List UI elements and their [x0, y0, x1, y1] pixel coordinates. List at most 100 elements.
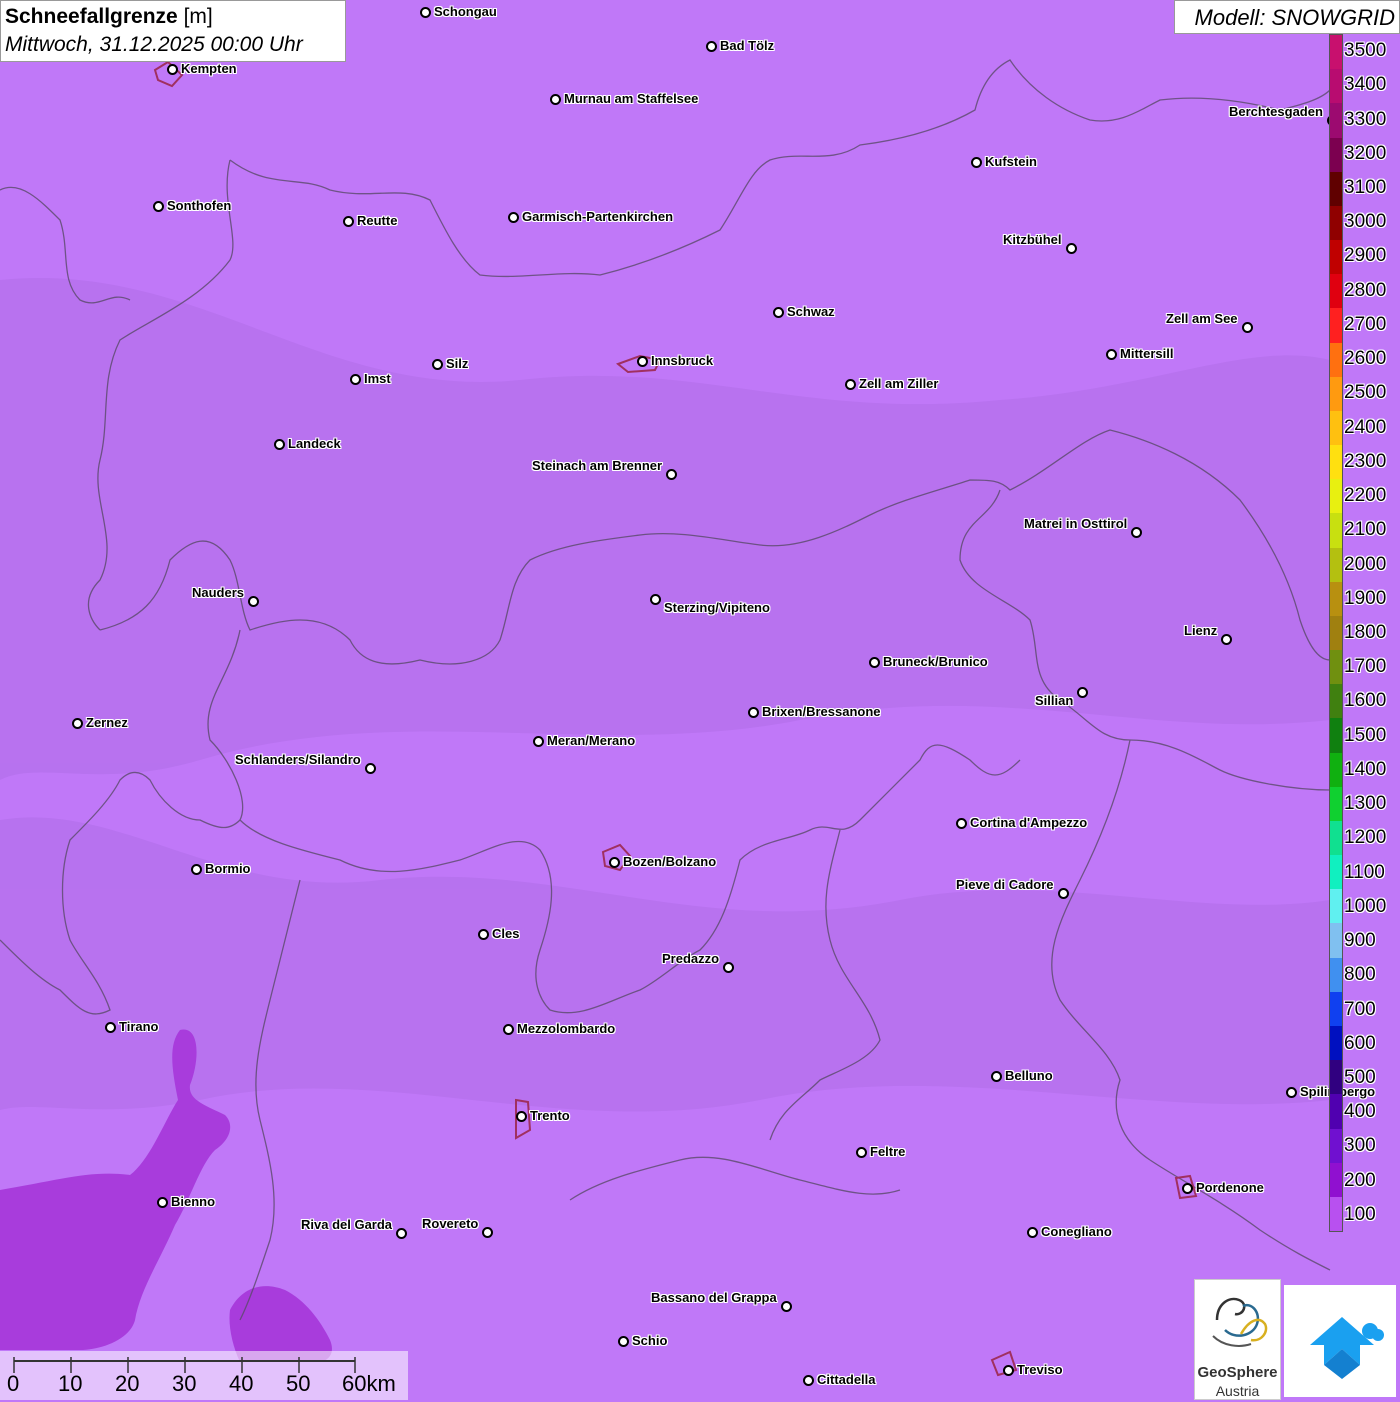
legend-label: 3000 [1344, 211, 1387, 233]
geosphere-logo[interactable]: GeoSphere Austria [1194, 1279, 1281, 1400]
city-label: Pordenone [1196, 1180, 1264, 1195]
legend-swatch [1330, 820, 1342, 856]
legend-label: 2200 [1344, 485, 1387, 507]
city-label: Conegliano [1041, 1224, 1112, 1239]
city-marker [869, 657, 880, 668]
city-label: Sterzing/Vipiteno [664, 600, 770, 615]
legend-swatch [1330, 513, 1342, 548]
city-marker [781, 1301, 792, 1312]
city-marker [482, 1227, 493, 1238]
city-marker [550, 94, 561, 105]
legend-swatch [1330, 1060, 1342, 1095]
city-marker [153, 201, 164, 212]
legend-label: 2500 [1344, 382, 1387, 404]
city-label: Imst [364, 371, 391, 386]
city-label: Bienno [171, 1194, 216, 1209]
city-marker [1242, 322, 1253, 333]
city-label: Cortina d'Ampezzo [970, 815, 1088, 830]
scale-label-60: 60km [342, 1371, 396, 1396]
legend-label: 300 [1344, 1135, 1376, 1157]
city-label: Trento [530, 1108, 570, 1123]
city-marker [1286, 1087, 1297, 1098]
legend-label: 2100 [1344, 519, 1387, 541]
legend-swatch [1330, 342, 1342, 377]
city-marker [618, 1336, 629, 1347]
legend-label: 2900 [1344, 245, 1387, 267]
legend-swatch [1330, 1128, 1342, 1163]
scale-label-30: 30 [172, 1371, 197, 1396]
city-label: Matrei in Osttirol [1024, 516, 1128, 531]
legend-label: 2600 [1344, 348, 1387, 370]
city-marker [845, 379, 856, 390]
city-marker [1058, 888, 1069, 899]
city-label: Bozen/Bolzano [623, 854, 717, 869]
city-label: Sillian [1035, 693, 1074, 708]
geosphere-logo-line1: GeoSphere [1197, 1364, 1278, 1381]
city-label: Treviso [1017, 1362, 1063, 1377]
legend-swatch [1330, 957, 1342, 992]
legend-swatch [1330, 923, 1342, 958]
title-box: Schneefallgrenze [m] Mittwoch, 31.12.202… [0, 0, 346, 62]
legend-label: 1300 [1344, 793, 1387, 815]
legend-swatch [1330, 889, 1342, 924]
city-label: Mittersill [1120, 346, 1174, 361]
city-label: Kitzbühel [1003, 232, 1062, 247]
city-marker [478, 929, 489, 940]
city-marker [1027, 1227, 1038, 1238]
legend-label: 3100 [1344, 177, 1387, 199]
city-label: Garmisch-Partenkirchen [522, 209, 674, 224]
city-label: Mezzolombardo [517, 1021, 616, 1036]
city-marker [723, 962, 734, 973]
city-label: Kempten [181, 61, 237, 76]
scale-label-0: 0 [7, 1371, 20, 1396]
city-label: Berchtesgaden [1229, 104, 1323, 119]
city-label: Belluno [1005, 1068, 1053, 1083]
city-label: Tirano [119, 1019, 159, 1034]
legend-swatch [1330, 581, 1342, 616]
scale-label-10: 10 [58, 1371, 83, 1396]
legend-swatch [1330, 752, 1342, 787]
legend-label: 500 [1344, 1066, 1376, 1088]
legend-swatch [1330, 547, 1342, 582]
city-label: Sonthofen [167, 198, 232, 213]
legend-label: 3300 [1344, 108, 1387, 130]
city-marker [432, 359, 443, 370]
legend-swatch [1330, 1196, 1342, 1232]
legend-label: 2400 [1344, 416, 1387, 438]
city-marker [1077, 687, 1088, 698]
city-label: Schio [632, 1333, 668, 1348]
city-label: Brixen/Bressanone [762, 704, 881, 719]
legend-label: 1200 [1344, 827, 1387, 849]
legend-label: 2000 [1344, 553, 1387, 575]
city-marker [803, 1375, 814, 1386]
legend-swatch [1330, 718, 1342, 753]
city-marker [1003, 1365, 1014, 1376]
legend-swatch [1330, 615, 1342, 651]
city-label: Bassano del Grappa [651, 1290, 777, 1305]
city-label: Rovereto [422, 1216, 479, 1231]
terrain-shading [0, 278, 1330, 1112]
legend-swatch [1330, 445, 1342, 480]
city-marker [1106, 349, 1117, 360]
city-label: Feltre [870, 1144, 906, 1159]
legend-label: 100 [1344, 1203, 1376, 1225]
city-label: Predazzo [662, 951, 720, 966]
city-label: Zernez [86, 715, 128, 730]
city-label: Innsbruck [651, 353, 714, 368]
city-label: Pieve di Cadore [956, 877, 1054, 892]
legend-swatch [1330, 1162, 1342, 1197]
city-marker [1066, 243, 1077, 254]
city-label: Bad Tölz [720, 38, 775, 53]
city-label: Landeck [288, 436, 341, 451]
legend-label: 1500 [1344, 724, 1387, 746]
city-label: Reutte [357, 213, 398, 228]
legend-label: 1400 [1344, 758, 1387, 780]
legend-swatch [1330, 240, 1342, 275]
city-marker [350, 374, 361, 385]
legend-label: 1000 [1344, 895, 1387, 917]
city-label: Silz [446, 356, 469, 371]
color-legend [1329, 34, 1343, 1232]
legend-label: 200 [1344, 1169, 1376, 1191]
partner-logo[interactable] [1284, 1285, 1396, 1397]
legend-label: 400 [1344, 1101, 1376, 1123]
